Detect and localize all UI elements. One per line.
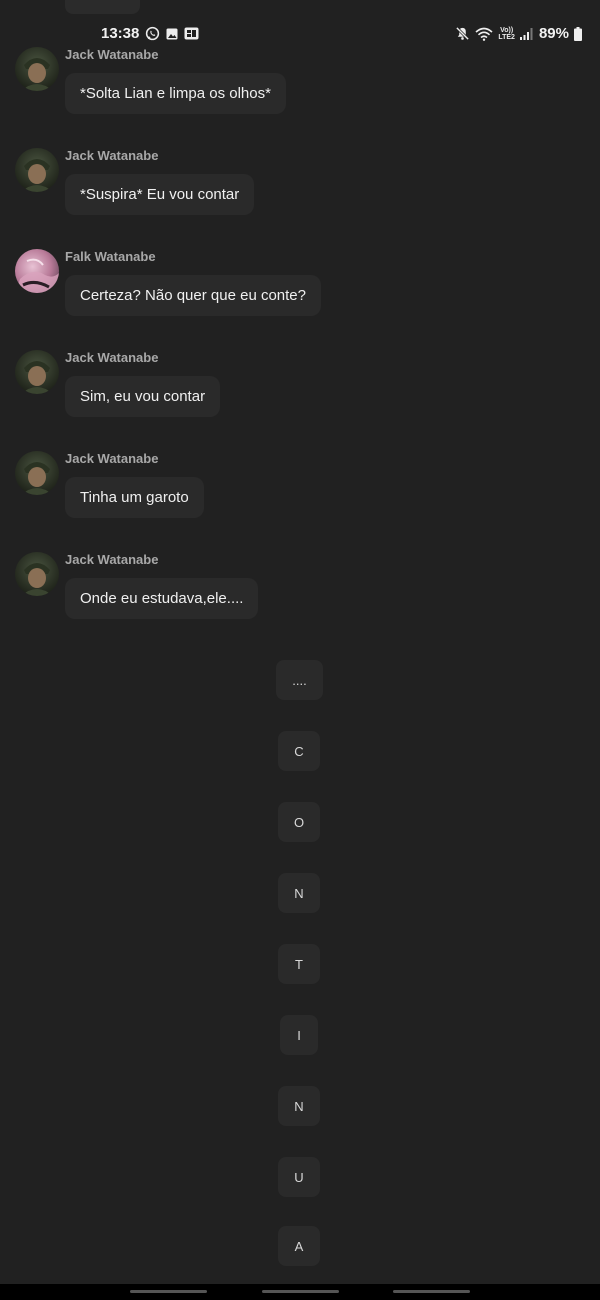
letter-button[interactable]: A	[278, 1226, 320, 1266]
sender-name: Jack Watanabe	[65, 148, 159, 163]
message-bubble[interactable]: *Suspira* Eu vou contar	[65, 174, 255, 215]
gallery-icon	[166, 28, 178, 40]
battery-percentage: 89%	[538, 25, 569, 42]
nav-home-handle[interactable]	[262, 1290, 339, 1293]
sender-name: Jack Watanabe	[65, 552, 159, 567]
notification-app-icon	[184, 27, 199, 40]
letter-button[interactable]: O	[278, 802, 320, 842]
avatar-falk[interactable]	[15, 249, 59, 293]
volte-icon: Vo)) LTE2	[498, 26, 515, 41]
avatar-jack[interactable]	[15, 350, 59, 394]
message-bubble[interactable]: Sim, eu vou contar	[65, 376, 221, 417]
message-item: Jack Watanabe *Suspira* Eu vou contar	[0, 146, 600, 247]
status-left: 13:38	[101, 25, 199, 42]
sender-name: Jack Watanabe	[65, 451, 159, 466]
sender-name: Jack Watanabe	[65, 47, 159, 62]
avatar-jack[interactable]	[15, 47, 59, 91]
battery-icon	[574, 26, 582, 41]
whatsapp-icon	[145, 26, 160, 41]
navigation-bar	[0, 1284, 600, 1300]
sender-name: Falk Watanabe	[65, 249, 156, 264]
letter-button[interactable]: U	[278, 1157, 320, 1197]
status-right: Vo)) LTE2 89%	[455, 25, 582, 42]
letter-button[interactable]: ....	[276, 660, 323, 700]
message-bubble[interactable]: Onde eu estudava,ele....	[65, 578, 259, 619]
mute-icon	[455, 26, 470, 41]
message-bubble[interactable]: Tinha um garoto	[65, 477, 204, 518]
wifi-icon	[475, 27, 493, 41]
signal-icon	[519, 27, 534, 40]
avatar-jack[interactable]	[15, 148, 59, 192]
letter-button[interactable]: N	[278, 873, 320, 913]
nav-recents-handle[interactable]	[130, 1290, 207, 1293]
message-item: Jack Watanabe *Solta Lian e limpa os olh…	[0, 45, 600, 146]
letter-button[interactable]: N	[278, 1086, 320, 1126]
message-item: Falk Watanabe Certeza? Não quer que eu c…	[0, 247, 600, 348]
letter-button[interactable]: I	[280, 1015, 318, 1055]
status-time: 13:38	[101, 25, 140, 42]
message-bubble[interactable]: *Solta Lian e limpa os olhos*	[65, 73, 286, 114]
nav-back-handle[interactable]	[393, 1290, 470, 1293]
message-list[interactable]: Jack Watanabe *Solta Lian e limpa os olh…	[0, 45, 600, 651]
avatar-jack[interactable]	[15, 451, 59, 495]
message-item: Jack Watanabe Onde eu estudava,ele....	[0, 550, 600, 651]
letter-button[interactable]: C	[278, 731, 320, 771]
previous-message-bubble	[65, 0, 140, 14]
sender-name: Jack Watanabe	[65, 350, 159, 365]
avatar-jack[interactable]	[15, 552, 59, 596]
message-bubble[interactable]: Certeza? Não quer que eu conte?	[65, 275, 321, 316]
message-item: Jack Watanabe Tinha um garoto	[0, 449, 600, 550]
message-item: Jack Watanabe Sim, eu vou contar	[0, 348, 600, 449]
letter-button[interactable]: T	[278, 944, 320, 984]
